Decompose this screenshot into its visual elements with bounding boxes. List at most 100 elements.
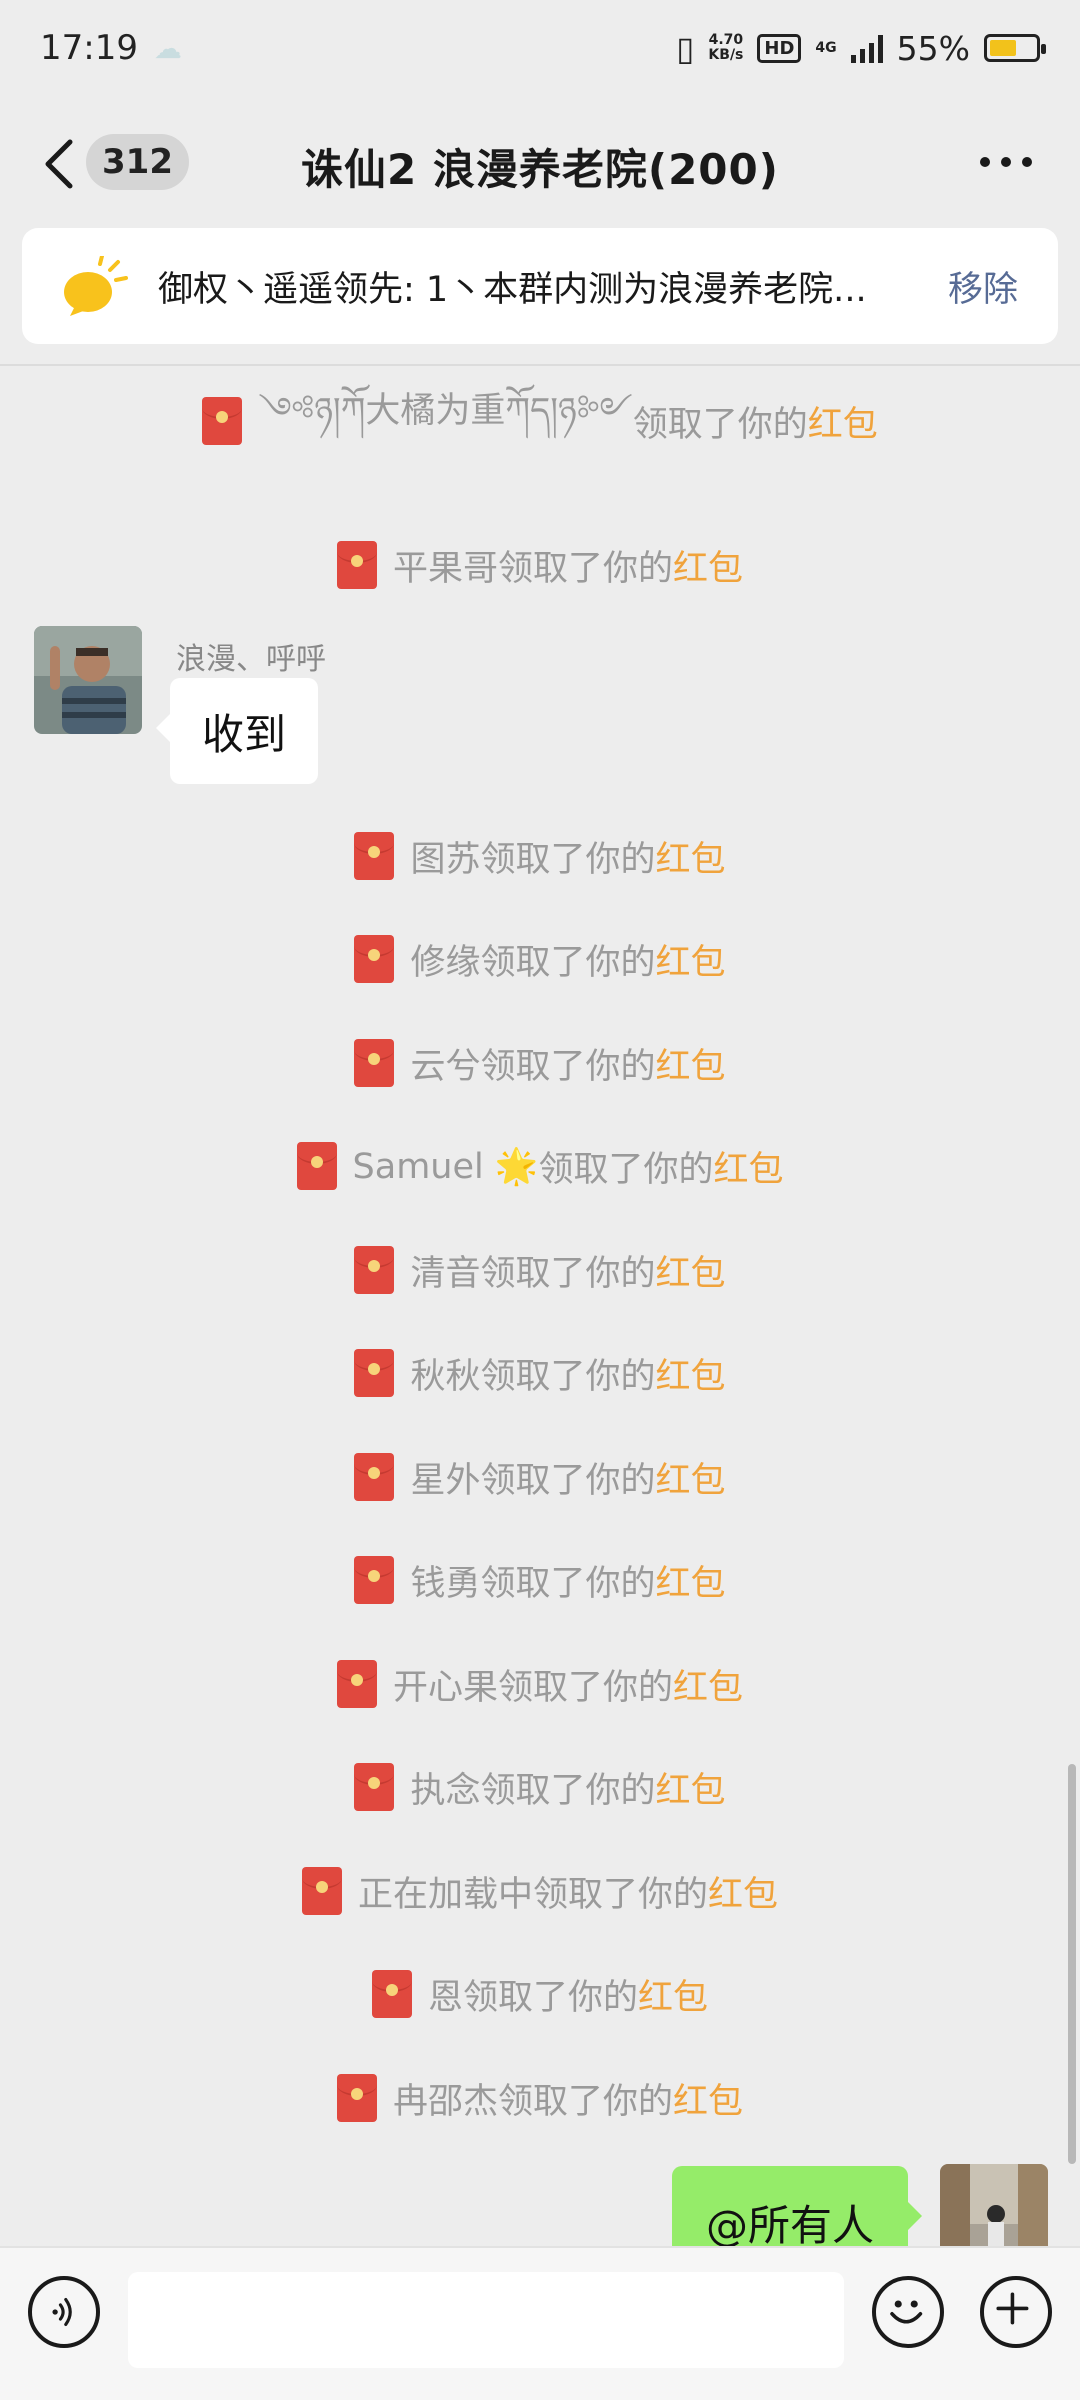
system-message-hongbao: 开心果 领取了你的 红包 <box>0 1656 1080 1712</box>
hongbao-link[interactable]: 红包 <box>656 1348 726 1399</box>
red-envelope-icon <box>354 935 395 983</box>
status-bar: 17:19 ☁ ▯ 4.70 KB/s HD 4G 55% <box>0 0 1080 96</box>
system-message-hongbao: 正在加载中 领取了你的 红包 <box>0 1863 1080 1919</box>
red-envelope-icon <box>336 541 377 589</box>
hongbao-link[interactable]: 红包 <box>673 2073 743 2124</box>
claimer-name: 冉邵杰 <box>392 2081 498 2122</box>
announcement-icon <box>64 256 128 316</box>
claimer-name: Samuel 🌟 <box>352 1146 539 1187</box>
hongbao-link[interactable]: 红包 <box>713 1141 783 1192</box>
hongbao-link[interactable]: 红包 <box>656 1555 726 1606</box>
hongbao-link[interactable]: 红包 <box>808 396 878 447</box>
hongbao-link[interactable]: 红包 <box>638 1969 708 2020</box>
my-avatar[interactable] <box>940 2164 1048 2246</box>
chat-title: 诛仙2 浪漫养老院(200) <box>301 145 779 194</box>
claim-text: 领取了你的 <box>497 2081 673 2122</box>
red-envelope-icon <box>202 397 243 445</box>
red-envelope-icon <box>301 1867 342 1915</box>
message-bubble-incoming[interactable]: 收到 <box>155 678 319 784</box>
hongbao-link[interactable]: 红包 <box>673 540 743 591</box>
claim-text: 领取了你的 <box>538 1149 714 1190</box>
hongbao-link[interactable]: 红包 <box>708 1866 778 1917</box>
add-more-icon[interactable] <box>980 2276 1052 2348</box>
system-message-hongbao: 星外 领取了你的 红包 <box>0 1449 1080 1505</box>
hongbao-link[interactable]: 红包 <box>656 934 726 985</box>
red-envelope-icon <box>354 832 395 880</box>
claimer-name: 执念 <box>410 1770 481 1811</box>
system-message-hongbao: 清音 领取了你的 红包 <box>0 1242 1080 1298</box>
red-envelope-icon <box>336 2074 377 2122</box>
system-message-hongbao: 平果哥 领取了你的 红包 <box>0 537 1080 593</box>
system-message-hongbao: 钱勇 领取了你的 红包 <box>0 1552 1080 1608</box>
claimer-name: 星外 <box>410 1460 481 1501</box>
battery-percent: 55% <box>896 28 970 68</box>
claimer-name: 云兮 <box>410 1046 481 1087</box>
hd-icon: HD <box>757 33 802 63</box>
more-options-icon[interactable] <box>980 152 1032 172</box>
input-bar <box>0 2246 1080 2400</box>
claimer-name: 图苏 <box>410 839 481 880</box>
claim-text: 领取了你的 <box>480 1356 656 1397</box>
system-message-hongbao: 恩 领取了你的 红包 <box>0 1966 1080 2022</box>
claim-text: 领取了你的 <box>480 942 656 983</box>
system-message-hongbao: Samuel 🌟 领取了你的 红包 <box>0 1138 1080 1194</box>
system-message-hongbao: 修缘 领取了你的 红包 <box>0 931 1080 987</box>
group-announcement-banner[interactable]: 御权丶遥遥领先: 1丶本群内测为浪漫养老院... 移除 <box>22 228 1058 344</box>
claim-text: 领取了你的 <box>480 1770 656 1811</box>
claim-text: 领取了你的 <box>632 404 808 445</box>
system-message-hongbao: 图苏 领取了你的 红包 <box>0 828 1080 884</box>
remove-announcement-button[interactable]: 移除 <box>948 261 1018 312</box>
claimer-name: 恩 <box>427 1977 463 2018</box>
red-envelope-icon <box>354 1349 395 1397</box>
hongbao-link[interactable]: 红包 <box>656 1452 726 1503</box>
voice-input-icon[interactable] <box>28 2276 100 2348</box>
claim-text: 领取了你的 <box>480 1563 656 1604</box>
emoji-icon[interactable] <box>872 2276 944 2348</box>
chat-header: 312 诛仙2 浪漫养老院(200) <box>0 96 1080 230</box>
claimer-name: 钱勇 <box>410 1563 481 1604</box>
system-message-hongbao: ༺ཉ།ཀོ大橘为重ཀོད།ཉ༻ 领取了你的 红包 <box>0 391 1080 449</box>
claimer-name: 开心果 <box>392 1667 498 1708</box>
net-speed-unit: KB/s <box>708 47 744 63</box>
claim-text: 领取了你的 <box>480 839 656 880</box>
red-envelope-icon <box>371 1970 412 2018</box>
chat-screen: 17:19 ☁ ▯ 4.70 KB/s HD 4G 55% 312 诛仙2 浪漫… <box>0 0 1080 2400</box>
claim-text: 领取了你的 <box>462 1977 638 2018</box>
avatar-image <box>940 2164 1048 2246</box>
red-envelope-icon <box>354 1039 395 1087</box>
system-message-hongbao: 云兮 领取了你的 红包 <box>0 1035 1080 1091</box>
signal-icon <box>850 33 883 63</box>
chat-scrollbar[interactable] <box>1068 1764 1076 2164</box>
claim-text: 领取了你的 <box>532 1874 708 1915</box>
hongbao-link[interactable]: 红包 <box>656 1762 726 1813</box>
claimer-name: ༺ཉ།ཀོ大橘为重ཀོད།ཉ༻ <box>258 391 633 431</box>
claimer-name: 平果哥 <box>392 548 498 589</box>
claim-text: 领取了你的 <box>480 1460 656 1501</box>
network-type: 4G <box>815 39 837 56</box>
red-envelope-icon <box>296 1142 337 1190</box>
message-input[interactable] <box>128 2272 844 2368</box>
net-speed-value: 4.70 <box>708 32 744 48</box>
red-envelope-icon <box>354 1246 395 1294</box>
avatar-image <box>34 626 142 734</box>
status-time: 17:19 <box>40 28 138 68</box>
claimer-name: 修缘 <box>410 942 481 983</box>
red-envelope-icon <box>354 1556 395 1604</box>
message-bubble-outgoing[interactable]: @所有人 <box>671 2166 923 2246</box>
system-message-hongbao: 秋秋 领取了你的 红包 <box>0 1345 1080 1401</box>
claim-text: 领取了你的 <box>480 1046 656 1087</box>
claim-text: 领取了你的 <box>497 548 673 589</box>
hongbao-link[interactable]: 红包 <box>656 831 726 882</box>
sender-avatar[interactable] <box>34 626 142 734</box>
announcement-text: 御权丶遥遥领先: 1丶本群内测为浪漫养老院... <box>158 269 867 310</box>
vibrate-icon: ▯ <box>676 28 695 68</box>
system-message-hongbao: 冉邵杰 领取了你的 红包 <box>0 2070 1080 2126</box>
hongbao-link[interactable]: 红包 <box>673 1659 743 1710</box>
hongbao-link[interactable]: 红包 <box>656 1038 726 1089</box>
message-list[interactable]: ༺ཉ།ཀོ大橘为重ཀོད།ཉ༻ 领取了你的 红包 平果哥 领取了你的 红包 浪漫… <box>0 366 1080 2246</box>
claimer-name: 秋秋 <box>410 1356 481 1397</box>
hongbao-link[interactable]: 红包 <box>656 1245 726 1296</box>
claim-text: 领取了你的 <box>480 1253 656 1294</box>
system-message-hongbao: 执念 领取了你的 红包 <box>0 1759 1080 1815</box>
claim-text: 领取了你的 <box>497 1667 673 1708</box>
